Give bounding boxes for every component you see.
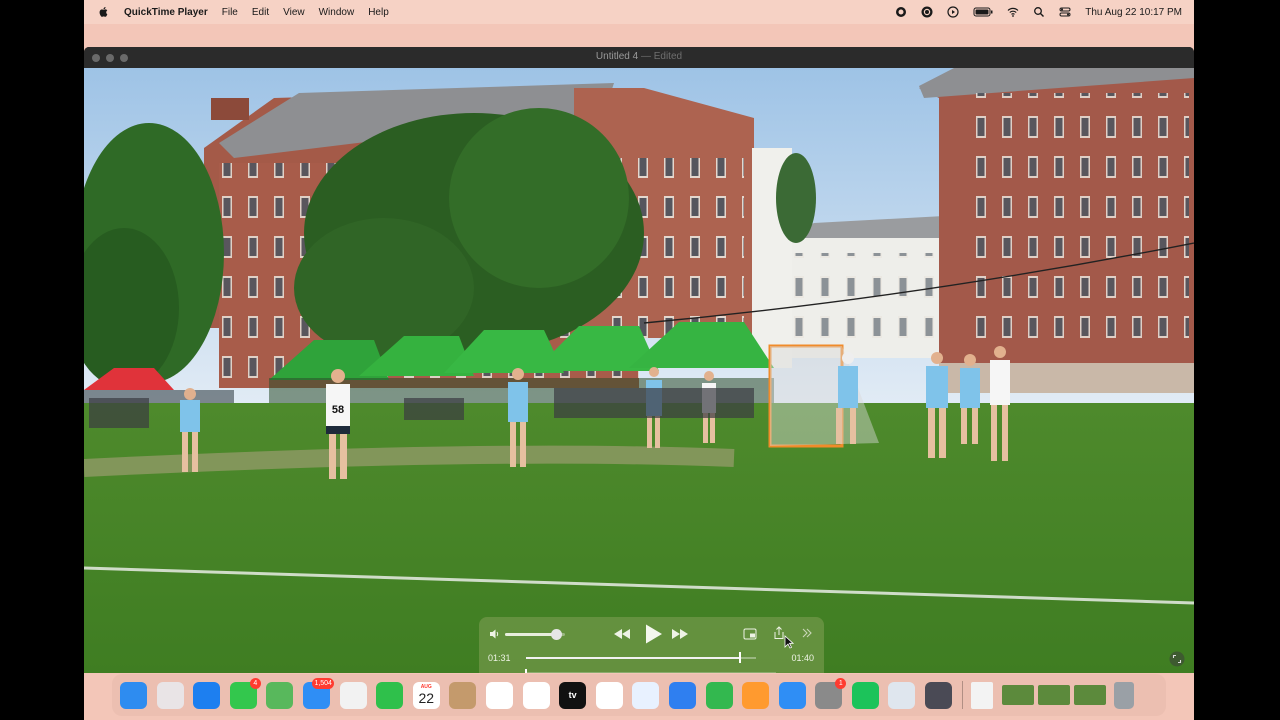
calendar-icon[interactable]: AUG 22 bbox=[412, 681, 440, 709]
menu-view[interactable]: View bbox=[283, 7, 305, 18]
brick-building-right bbox=[919, 68, 1194, 393]
calendar-day: 22 bbox=[418, 689, 435, 706]
play-icon[interactable] bbox=[642, 623, 664, 645]
volume-icon[interactable] bbox=[489, 628, 501, 640]
freeform-icon[interactable] bbox=[632, 681, 660, 709]
menu-help[interactable]: Help bbox=[368, 7, 389, 18]
window-title: Untitled 4 — Edited bbox=[84, 51, 1194, 62]
menu-file[interactable]: File bbox=[222, 7, 238, 18]
pages-icon[interactable] bbox=[742, 681, 770, 709]
control-center-icon[interactable] bbox=[1059, 6, 1071, 18]
dock: 4 1,504 AUG 22 tv 1 bbox=[112, 674, 1166, 716]
jersey-number: 58 bbox=[332, 404, 344, 416]
record-icon[interactable] bbox=[895, 6, 907, 18]
apple-tv-icon[interactable]: tv bbox=[559, 681, 587, 709]
end-time: 01:40 bbox=[791, 653, 814, 663]
more-icon[interactable] bbox=[801, 627, 813, 639]
picture-in-picture-icon[interactable] bbox=[743, 628, 757, 640]
trash-icon[interactable] bbox=[1114, 681, 1135, 709]
menu-clock[interactable]: Thu Aug 22 10:17 PM bbox=[1085, 7, 1182, 18]
window-title-edited: — Edited bbox=[640, 51, 683, 62]
notes-icon[interactable] bbox=[522, 681, 550, 709]
desktop: QuickTime Player File Edit View Window H… bbox=[84, 0, 1194, 720]
fast-forward-icon[interactable] bbox=[671, 627, 689, 641]
trim-track bbox=[526, 672, 776, 673]
preview-icon[interactable] bbox=[888, 681, 916, 709]
video-frame[interactable]: 58 01:31 01:40 bbox=[84, 68, 1194, 673]
video-thumbnail-2-icon[interactable] bbox=[1038, 685, 1071, 705]
volume-level bbox=[505, 633, 556, 636]
fullscreen-icon[interactable] bbox=[1169, 651, 1185, 667]
reminders-icon[interactable] bbox=[485, 681, 513, 709]
wifi-icon[interactable] bbox=[1007, 6, 1019, 18]
messages-icon[interactable]: 4 bbox=[229, 677, 261, 709]
video-thumbnail-1-icon[interactable] bbox=[1002, 685, 1035, 705]
mail-icon[interactable]: 1,504 bbox=[302, 677, 334, 709]
app-store-icon[interactable] bbox=[778, 681, 806, 709]
menu-bar: QuickTime Player File Edit View Window H… bbox=[84, 0, 1194, 24]
battery-icon[interactable] bbox=[973, 6, 993, 18]
progress-bar[interactable] bbox=[526, 657, 756, 659]
finder-icon[interactable] bbox=[120, 681, 147, 709]
playhead[interactable] bbox=[738, 652, 741, 663]
keynote-icon[interactable] bbox=[668, 681, 696, 709]
quicktime-icon[interactable] bbox=[925, 681, 953, 709]
search-icon[interactable] bbox=[1033, 6, 1045, 18]
mouse-cursor-icon bbox=[784, 635, 794, 649]
menu-window[interactable]: Window bbox=[319, 7, 355, 18]
news-icon[interactable] bbox=[595, 681, 623, 709]
window-title-name: Untitled 4 bbox=[595, 51, 639, 62]
current-time: 01:31 bbox=[488, 653, 511, 663]
mail-badge: 1,504 bbox=[312, 677, 334, 689]
video-thumbnail-3-icon[interactable] bbox=[1074, 685, 1107, 705]
menu-edit[interactable]: Edit bbox=[252, 7, 269, 18]
keynote-folder-icon[interactable] bbox=[449, 681, 477, 709]
document-thumbnail-icon[interactable] bbox=[970, 681, 993, 709]
menu-app-name[interactable]: QuickTime Player bbox=[124, 7, 208, 18]
volume-knob[interactable] bbox=[551, 629, 562, 640]
maps-icon[interactable] bbox=[266, 681, 294, 709]
safari-icon[interactable] bbox=[193, 681, 221, 709]
apple-tv-label: tv bbox=[568, 689, 577, 700]
facetime-icon[interactable] bbox=[376, 681, 404, 709]
system-settings-icon[interactable]: 1 bbox=[815, 677, 847, 709]
system-settings-badge: 1 bbox=[835, 677, 847, 689]
messages-badge: 4 bbox=[249, 677, 261, 689]
trim-marker[interactable] bbox=[525, 669, 527, 673]
progress-fill bbox=[526, 657, 740, 659]
dock-separator bbox=[961, 681, 963, 709]
numbers-icon[interactable] bbox=[705, 681, 733, 709]
window-title-bar[interactable]: Untitled 4 — Edited bbox=[84, 47, 1194, 68]
photos-icon[interactable] bbox=[339, 681, 367, 709]
play-circle-icon[interactable] bbox=[947, 6, 959, 18]
spotify-icon[interactable] bbox=[851, 681, 879, 709]
video-scene: 58 bbox=[84, 68, 1194, 673]
quicktime-window: Untitled 4 — Edited 58 01:31 01:40 bbox=[84, 47, 1194, 673]
player-controls[interactable]: 01:31 01:40 bbox=[479, 617, 824, 673]
apple-icon[interactable] bbox=[98, 6, 110, 18]
rewind-icon[interactable] bbox=[613, 627, 631, 641]
chatgpt-icon[interactable] bbox=[921, 6, 933, 18]
launchpad-icon[interactable] bbox=[156, 681, 184, 709]
